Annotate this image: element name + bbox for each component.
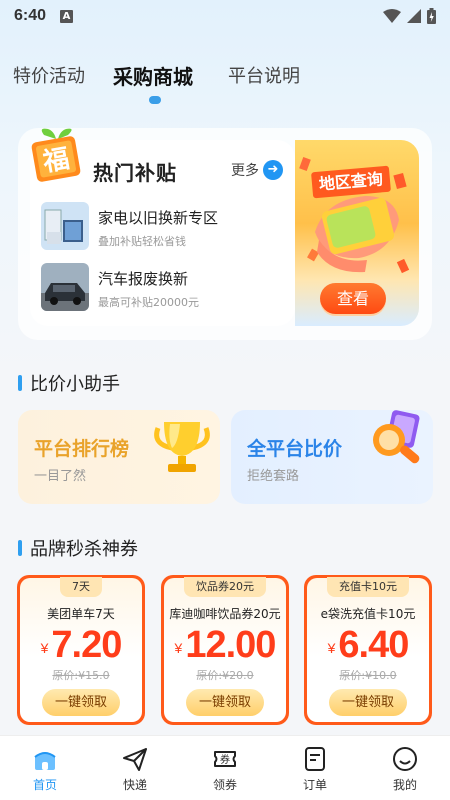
more-label: 更多 (231, 163, 259, 179)
tab-active-indicator (149, 96, 161, 104)
signal-icon (407, 9, 421, 23)
coupon-price: ¥6.40 (327, 624, 410, 666)
notification-a-icon: A (60, 9, 74, 23)
all-platform-compare-subtitle: 拒绝套路 (247, 469, 300, 484)
claim-button[interactable]: 一键领取 (186, 689, 264, 716)
appliance-trade-in-subtitle: 叠加补贴轻松省钱 (98, 235, 186, 248)
coupon-card[interactable]: 7天 美团单车7天 ¥7.20 原价:¥15.0 一键领取 (17, 575, 145, 725)
coupon-price: ¥12.00 (174, 624, 277, 666)
coupon-card[interactable]: 充值卡10元 e袋洗充值卡10元 ¥6.40 原价:¥10.0 一键领取 (304, 575, 432, 725)
bottom-nav: 首页 快递 券 领券 订单 我的 (0, 735, 450, 800)
status-time: 6:40 (14, 7, 47, 24)
compare-section-title: 比价小助手 (30, 374, 120, 395)
car-image[interactable] (41, 263, 89, 311)
coupon-section-title: 品牌秒杀神券 (30, 539, 138, 560)
car-scrap-subtitle: 最高可补贴20000元 (98, 296, 199, 309)
compare-section-header: 比价小助手 (18, 370, 120, 396)
nav-orders-label: 订单 (302, 778, 327, 792)
platform-ranking-card[interactable]: 平台排行榜 一目了然 (18, 410, 220, 504)
fu-gift-icon: 福 (31, 128, 81, 182)
coupon-section-header: 品牌秒杀神券 (18, 535, 138, 561)
car-scrap-title[interactable]: 汽车报废换新 (98, 268, 188, 289)
coupon-tag: 充值卡10元 (327, 577, 409, 597)
nav-profile[interactable]: 我的 (360, 736, 450, 800)
platform-ranking-subtitle: 一目了然 (34, 469, 87, 484)
hot-subsidy-title: 热门补贴 (93, 161, 177, 185)
coupon-name: 库迪咖啡饮品券20元 (169, 607, 281, 621)
svg-text:福: 福 (40, 144, 72, 178)
section-marker (18, 540, 22, 556)
appliance-image[interactable] (41, 202, 89, 250)
tab-purchase-mall[interactable]: 采购商城 (113, 61, 193, 90)
svg-text:券: 券 (220, 753, 230, 766)
order-icon (305, 747, 325, 771)
magnifier-icon (373, 410, 420, 464)
view-button[interactable]: 查看 (320, 283, 386, 314)
profile-icon (393, 747, 417, 771)
nav-express-label: 快递 (122, 778, 147, 792)
coupon-name: e袋洗充值卡10元 (320, 607, 416, 621)
home-icon (34, 752, 56, 770)
more-link[interactable]: 更多 ➜ (231, 160, 283, 180)
nav-coupon[interactable]: 券 领券 (180, 736, 270, 800)
nav-home-label: 首页 (32, 778, 57, 792)
arrow-right-icon: ➜ (263, 160, 283, 180)
nav-profile-label: 我的 (392, 778, 417, 792)
wifi-icon (383, 9, 401, 23)
coupon-card[interactable]: 饮品券20元 库迪咖啡饮品券20元 ¥12.00 原价:¥20.0 一键领取 (161, 575, 289, 725)
all-platform-compare-card[interactable]: 全平台比价 拒绝套路 (231, 410, 433, 504)
claim-button[interactable]: 一键领取 (329, 689, 407, 716)
coupon-original-price: 原价:¥20.0 (196, 669, 254, 682)
nav-express[interactable]: 快递 (90, 736, 180, 800)
appliance-trade-in-title[interactable]: 家电以旧换新专区 (98, 207, 218, 228)
coupon-tag: 饮品券20元 (184, 577, 266, 597)
top-tabs: 特价活动 采购商城 平台说明 (0, 62, 450, 102)
coupon-name: 美团单车7天 (47, 607, 115, 621)
trophy-icon (154, 422, 210, 472)
coupon-tag: 7天 (60, 577, 102, 597)
coupon-icon: 券 (214, 751, 236, 767)
section-marker (18, 375, 22, 391)
tab-special-offers[interactable]: 特价活动 (13, 62, 85, 88)
battery-icon (427, 8, 436, 24)
send-icon (123, 748, 147, 771)
claim-button[interactable]: 一键领取 (42, 689, 120, 716)
nav-home[interactable]: 首页 (0, 736, 90, 800)
all-platform-compare-title: 全平台比价 (247, 438, 343, 460)
nav-orders[interactable]: 订单 (270, 736, 360, 800)
coupon-original-price: 原价:¥15.0 (52, 669, 110, 682)
status-bar: 6:40 A (0, 0, 450, 32)
coupon-original-price: 原价:¥10.0 (339, 669, 397, 682)
coupon-price: ¥7.20 (40, 624, 123, 666)
nav-coupon-label: 领券 (212, 778, 237, 792)
platform-ranking-title: 平台排行榜 (34, 438, 130, 460)
tab-platform-info[interactable]: 平台说明 (228, 62, 300, 88)
